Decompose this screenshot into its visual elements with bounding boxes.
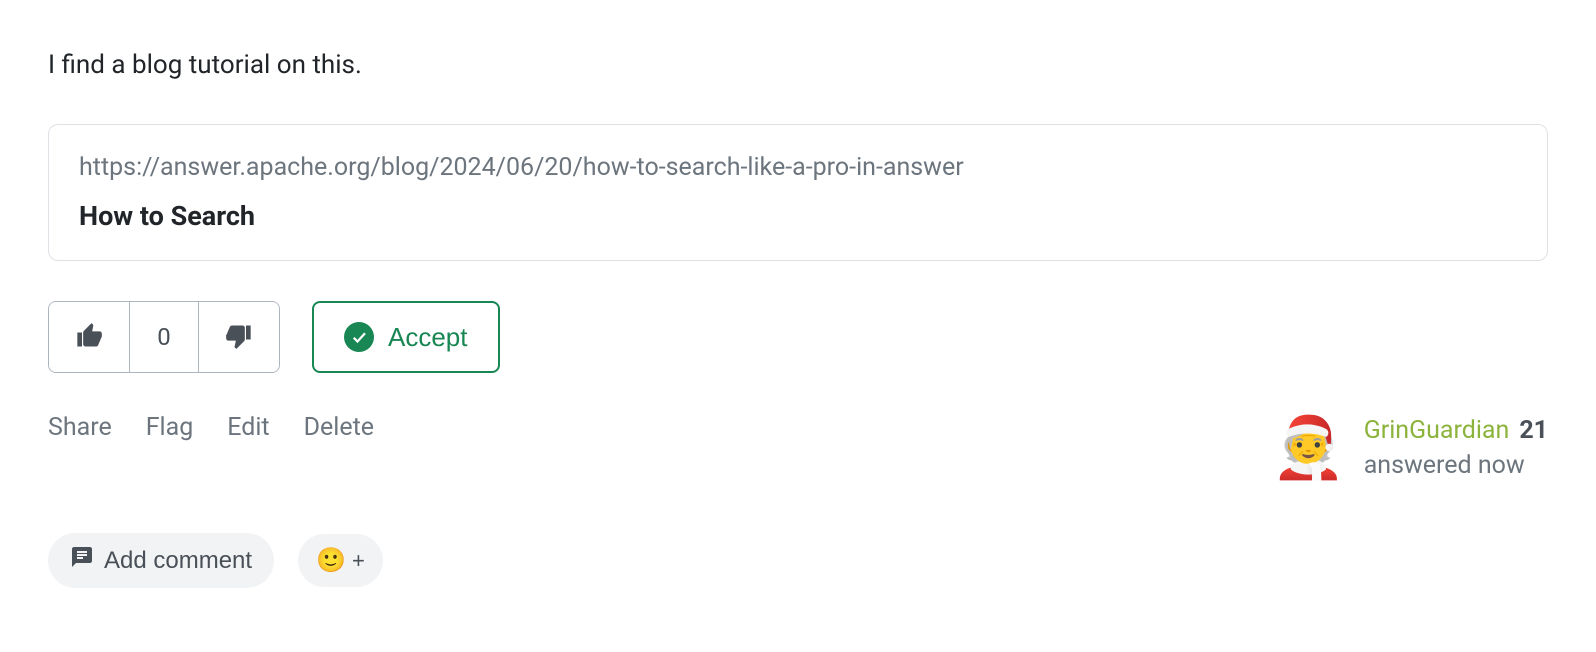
author-reputation: 21 (1519, 416, 1548, 445)
answered-timestamp: answered now (1364, 451, 1548, 480)
vote-group: 0 (48, 301, 280, 373)
accept-button[interactable]: Accept (312, 301, 500, 373)
accept-button-label: Accept (388, 322, 468, 353)
check-circle-icon (344, 322, 374, 352)
delete-link[interactable]: Delete (304, 413, 374, 442)
vote-count: 0 (129, 302, 199, 372)
thumbs-down-icon (225, 322, 253, 353)
add-comment-button[interactable]: Add comment (48, 533, 274, 588)
thumbs-up-icon (75, 322, 103, 353)
avatar[interactable]: 🧑‍🎄 (1274, 413, 1344, 483)
smile-icon: 🙂 (316, 546, 346, 575)
meta-row: Share Flag Edit Delete 🧑‍🎄 GrinGuardian … (48, 413, 1548, 483)
author-name-row: GrinGuardian 21 (1364, 416, 1548, 445)
answer-body-text: I find a blog tutorial on this. (48, 50, 1548, 80)
comment-icon (70, 545, 94, 576)
share-link[interactable]: Share (48, 413, 112, 442)
answer-actions-row: 0 Accept (48, 301, 1548, 373)
comment-row: Add comment 🙂 + (48, 533, 1548, 588)
add-reaction-button[interactable]: 🙂 + (298, 534, 383, 587)
link-preview-url: https://answer.apache.org/blog/2024/06/2… (79, 153, 1517, 182)
author-card: 🧑‍🎄 GrinGuardian 21 answered now (1274, 413, 1548, 483)
upvote-button[interactable] (49, 302, 129, 372)
edit-link[interactable]: Edit (227, 413, 269, 442)
link-preview-title: How to Search (79, 200, 1517, 232)
add-comment-label: Add comment (104, 547, 252, 575)
link-preview-card[interactable]: https://answer.apache.org/blog/2024/06/2… (48, 124, 1548, 261)
downvote-button[interactable] (199, 302, 279, 372)
flag-link[interactable]: Flag (146, 413, 194, 442)
author-info: GrinGuardian 21 answered now (1364, 416, 1548, 480)
meta-links: Share Flag Edit Delete (48, 413, 374, 442)
author-name[interactable]: GrinGuardian (1364, 416, 1510, 445)
plus-icon: + (352, 548, 365, 574)
